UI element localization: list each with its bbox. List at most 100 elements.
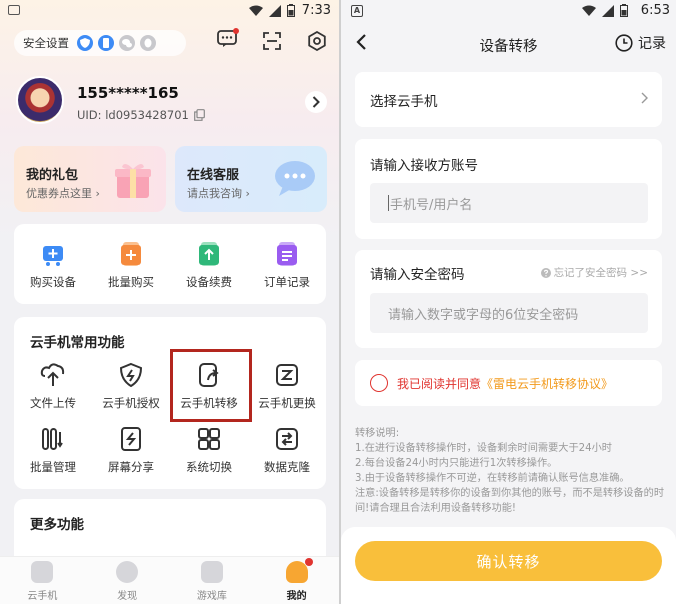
nav-game-library-label: 游戏库 [196, 591, 227, 602]
batch-manage-item[interactable]: 批量管理 [14, 425, 92, 475]
status-time: 7:33 [301, 3, 331, 18]
user-phone: 155*****165 [77, 84, 179, 102]
select-cloud-phone-row[interactable]: 选择云手机 [355, 72, 662, 127]
nav-cloud-phone-label: 云手机 [27, 591, 58, 602]
cloud-phone-icon [31, 561, 54, 583]
scan-icon[interactable] [263, 32, 281, 50]
chevron-right-icon [312, 96, 320, 108]
battery-icon [620, 4, 628, 17]
text-cursor [388, 195, 389, 211]
phone-bind-icon [98, 35, 114, 51]
more-functions-title: 更多功能 [30, 517, 84, 533]
customer-service-card[interactable]: 在线客服 请点我咨询 › [175, 146, 327, 212]
profile-detail-button[interactable] [305, 91, 327, 113]
notes-line-3: 3.由于设备转移操作不可逆，在转移前请确认账号信息准确。 [355, 473, 630, 484]
data-clone-item[interactable]: 数据克隆 [248, 425, 326, 475]
profile-badge-dot [304, 558, 313, 566]
security-password-placeholder: 请输入数字或字母的6位安全密码 [388, 307, 579, 323]
file-upload-label: 文件上传 [30, 396, 76, 410]
receiver-account-placeholder: 手机号/用户名 [390, 197, 473, 213]
renew-device-label: 设备续费 [186, 275, 232, 289]
settings-icon[interactable] [307, 31, 327, 51]
gift-card[interactable]: 我的礼包 优惠券点这里 › [14, 146, 166, 212]
batch-manage-icon [39, 425, 67, 453]
cart-plus-icon [39, 240, 67, 268]
qq-icon [140, 35, 156, 51]
renew-icon [195, 240, 223, 268]
question-icon [540, 267, 551, 278]
authorize-label: 云手机授权 [102, 396, 160, 410]
screen-share-label: 屏幕分享 [108, 460, 154, 474]
security-password-input[interactable]: 请输入数字或字母的6位安全密码 [370, 293, 648, 333]
nav-discover[interactable]: 发现 [85, 557, 170, 604]
confirm-transfer-button[interactable]: 确认转移 [355, 541, 662, 581]
order-record-icon [273, 240, 301, 268]
signal-icon [269, 4, 281, 17]
batch-buy-item[interactable]: 批量购买 [92, 240, 170, 290]
game-library-icon [200, 561, 223, 583]
copy-icon[interactable] [193, 109, 205, 121]
forgot-password-text: 忘记了安全密码 >> [553, 267, 648, 279]
avatar[interactable] [16, 76, 64, 124]
chat-bubble-icon [275, 161, 315, 196]
clock-icon [615, 34, 633, 52]
forgot-password-link[interactable]: 忘记了安全密码 >> [540, 265, 648, 280]
bottom-navigation: 云手机 发现 游戏库 我的 [0, 556, 339, 604]
security-label: 安全设置 [23, 36, 69, 50]
agreement-link[interactable]: 《雷电云手机转移协议》 [481, 377, 613, 391]
screen-share-item[interactable]: 屏幕分享 [92, 425, 170, 475]
notes-warning: 注意:设备转移是转移你的设备到你其他的账号，而不是转移设备的时间!请合理且合法利… [355, 488, 665, 514]
authorize-item[interactable]: 云手机授权 [92, 361, 170, 411]
chevron-right-icon [641, 92, 648, 104]
record-label: 记录 [638, 36, 666, 52]
file-upload-icon [39, 361, 67, 389]
system-switch-icon [195, 425, 223, 453]
replace-item[interactable]: 云手机更换 [248, 361, 326, 411]
batch-buy-label: 批量购买 [108, 275, 154, 289]
gift-card-title: 我的礼包 [26, 168, 79, 183]
renew-device-item[interactable]: 设备续费 [170, 240, 248, 290]
receiver-account-input[interactable]: 手机号/用户名 [370, 183, 648, 223]
data-clone-label: 数据克隆 [264, 460, 310, 474]
system-switch-item[interactable]: 系统切换 [170, 425, 248, 475]
shop-panel: 购买设备 批量购买 设备续费 订单记录 [14, 224, 326, 304]
agreement-checkbox[interactable] [370, 374, 388, 392]
receiver-account-section: 请输入接收方账号 手机号/用户名 [355, 139, 662, 239]
notes-line-1: 1.在进行设备转移操作时，设备剩余时间需要大于24小时 [355, 443, 612, 454]
replace-icon [273, 361, 301, 389]
transfer-notes: 转移说明: 1.在进行设备转移操作时，设备剩余时间需要大于24小时 2.每台设备… [355, 426, 665, 516]
security-password-section: 请输入安全密码 忘记了安全密码 >> 请输入数字或字母的6位安全密码 [355, 250, 662, 348]
data-clone-icon [273, 425, 301, 453]
authorize-icon [117, 361, 145, 389]
transfer-highlight-box [170, 349, 252, 422]
status-time: 6:53 [640, 3, 670, 18]
gift-card-subtitle: 优惠券点这里 › [26, 187, 100, 200]
nav-profile-label: 我的 [286, 591, 307, 602]
device-transfer-screen: A 6:53 设备转移 记录 选择云手机 请输入接收方账号 手机号/用户名 请输… [341, 0, 676, 604]
file-upload-item[interactable]: 文件上传 [14, 361, 92, 411]
nav-discover-label: 发现 [117, 591, 138, 602]
order-record-item[interactable]: 订单记录 [248, 240, 326, 290]
gift-box-icon [115, 163, 151, 198]
select-cloud-phone-label: 选择云手机 [370, 94, 438, 110]
signal-icon [602, 4, 614, 17]
unread-dot [233, 28, 239, 34]
message-icon[interactable] [217, 28, 239, 52]
agreement-prefix: 我已阅读并同意 [397, 377, 482, 391]
shield-icon [77, 35, 93, 51]
nav-profile[interactable]: 我的 [254, 557, 339, 604]
batch-buy-icon [117, 240, 145, 268]
wifi-icon [249, 5, 263, 16]
nav-cloud-phone[interactable]: 云手机 [0, 557, 85, 604]
record-button[interactable]: 记录 [615, 33, 666, 53]
security-settings-bar[interactable]: 安全设置 [14, 30, 186, 56]
replace-label: 云手机更换 [258, 396, 316, 410]
buy-device-label: 购买设备 [30, 275, 76, 289]
order-record-label: 订单记录 [264, 275, 310, 289]
buy-device-item[interactable]: 购买设备 [14, 240, 92, 290]
discover-icon [116, 561, 139, 583]
nav-game-library[interactable]: 游戏库 [170, 557, 255, 604]
profile-screen: 7:33 安全设置 155*****165 UID: ld0953428701 [0, 0, 339, 604]
security-password-label: 请输入安全密码 [370, 267, 465, 283]
notes-line-2: 2.每台设备24小时内只能进行1次转移操作。 [355, 458, 558, 469]
